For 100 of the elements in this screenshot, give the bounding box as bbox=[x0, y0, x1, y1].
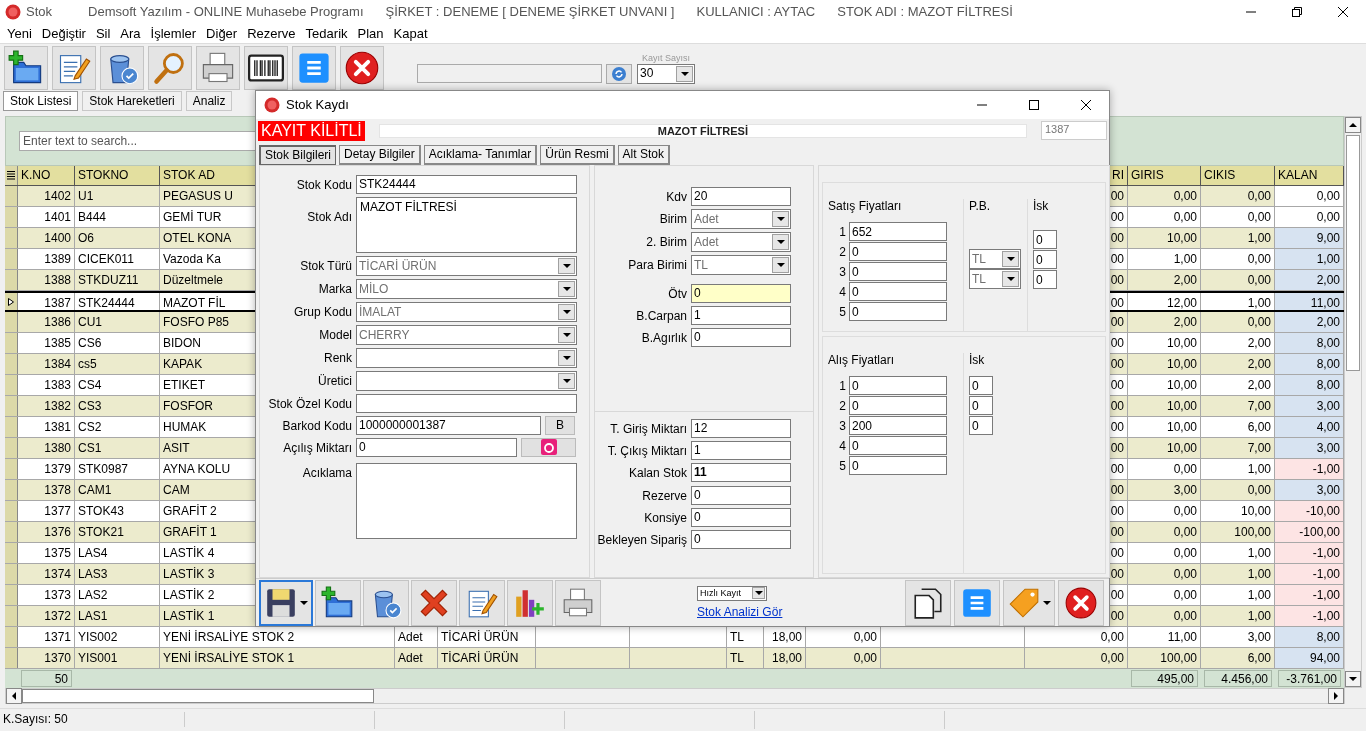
menu-item[interactable]: Rezerve bbox=[242, 25, 301, 42]
tab[interactable]: Detay Bilgiler bbox=[339, 144, 421, 165]
row-indicator[interactable] bbox=[5, 293, 18, 310]
reset-button[interactable] bbox=[521, 437, 576, 457]
combo-box[interactable]: TL bbox=[969, 248, 1021, 269]
menu-item[interactable]: Diğer bbox=[201, 25, 243, 42]
input-field[interactable]: 1000000001387 bbox=[356, 415, 541, 435]
input-field[interactable]: 200 bbox=[849, 416, 947, 436]
input-field[interactable]: 0 bbox=[691, 507, 791, 527]
input-field[interactable]: 0 bbox=[849, 282, 947, 302]
delete-button[interactable] bbox=[363, 579, 409, 626]
input-field[interactable]: 0 bbox=[691, 485, 791, 505]
tab[interactable]: Acıklama- Tanımlar bbox=[423, 144, 538, 165]
menu-item[interactable]: Plan bbox=[352, 25, 389, 42]
tab[interactable]: Stok Hareketleri bbox=[82, 91, 182, 111]
search-field[interactable]: Enter text to search... bbox=[19, 131, 256, 151]
input-field[interactable]: 0 bbox=[849, 456, 947, 476]
input-field[interactable]: 652 bbox=[849, 222, 947, 242]
input-field[interactable]: 0 bbox=[969, 416, 993, 436]
input-field[interactable]: 0 bbox=[849, 396, 947, 416]
vertical-scrollbar[interactable] bbox=[1344, 116, 1362, 688]
scroll-down-button[interactable] bbox=[1345, 671, 1361, 687]
menu-item[interactable]: Tedarik bbox=[300, 25, 353, 42]
input-field[interactable]: 0 bbox=[969, 396, 993, 416]
tab[interactable]: Stok Bilgileri bbox=[259, 144, 337, 165]
column-header[interactable]: CIKIS bbox=[1201, 166, 1275, 185]
tab[interactable]: Stok Listesi bbox=[3, 91, 79, 111]
edit-button[interactable] bbox=[459, 579, 505, 626]
combo-box[interactable]: TL bbox=[969, 268, 1021, 289]
tab[interactable]: Alt Stok bbox=[617, 144, 670, 165]
menu-item[interactable]: Yeni bbox=[2, 25, 37, 42]
input-field[interactable]: 0 bbox=[691, 529, 791, 549]
combo-box[interactable]: 30 bbox=[637, 63, 695, 84]
edit-button[interactable] bbox=[52, 45, 96, 90]
menu-item[interactable]: Değiştir bbox=[36, 25, 91, 42]
column-header[interactable]: K.NO bbox=[18, 166, 75, 185]
scroll-up-button[interactable] bbox=[1345, 117, 1361, 133]
combo-box[interactable]: MİLO bbox=[356, 278, 577, 299]
input-field[interactable]: 0 bbox=[691, 283, 791, 303]
input-field[interactable]: 0 bbox=[849, 242, 947, 262]
scrollbar-thumb[interactable] bbox=[22, 689, 374, 703]
tab[interactable]: Ürün Resmi bbox=[540, 144, 615, 165]
print-button[interactable] bbox=[196, 45, 240, 90]
input-field[interactable]: 0 bbox=[356, 437, 517, 457]
tab[interactable]: Analiz bbox=[185, 91, 233, 111]
input-field[interactable]: 12 bbox=[691, 418, 791, 438]
horizontal-scrollbar[interactable] bbox=[5, 688, 1345, 704]
table-row[interactable]: 1370 YIS001 YENİ İRSALİYE STOK 1 Adet TİCARİ ÜRÜN TL 18,00 0,00 0,00 100,00 6,00 94,00 bbox=[5, 648, 1344, 669]
combo-box[interactable] bbox=[356, 347, 577, 368]
input-field[interactable]: 0 bbox=[1033, 230, 1057, 250]
input-field[interactable]: 0 bbox=[1033, 270, 1057, 290]
search-button[interactable] bbox=[148, 45, 192, 90]
chart-button[interactable] bbox=[507, 579, 553, 626]
combo-box[interactable]: CHERRY bbox=[356, 324, 577, 345]
input-field[interactable]: 1 bbox=[691, 305, 791, 325]
input-field[interactable]: 0 bbox=[849, 302, 947, 322]
side-button[interactable]: B bbox=[545, 415, 575, 435]
column-header[interactable]: STOKNO bbox=[75, 166, 160, 185]
combo-box[interactable]: İMALAT bbox=[356, 301, 577, 322]
scrollbar-thumb[interactable] bbox=[1346, 135, 1360, 371]
close-button[interactable] bbox=[1058, 579, 1104, 626]
input-field[interactable]: 20 bbox=[691, 186, 791, 206]
table-row[interactable]: 1371 YIS002 YENİ İRSALİYE STOK 2 Adet TİCARİ ÜRÜN TL 18,00 0,00 0,00 11,00 3,00 8,00 bbox=[5, 627, 1344, 648]
refresh-button[interactable] bbox=[606, 63, 632, 84]
column-header[interactable]: GIRIS bbox=[1128, 166, 1201, 185]
new-button[interactable] bbox=[315, 579, 361, 626]
save-button[interactable] bbox=[259, 579, 313, 626]
column-chooser-button[interactable] bbox=[5, 166, 18, 185]
combo-box[interactable]: Adet bbox=[691, 208, 791, 229]
combo-box[interactable]: Adet bbox=[691, 231, 791, 252]
menu-item[interactable]: Sil bbox=[90, 25, 116, 42]
scroll-left-button[interactable] bbox=[6, 688, 22, 704]
cancel-button[interactable] bbox=[411, 579, 457, 626]
input-field[interactable] bbox=[417, 64, 602, 83]
input-field[interactable]: 0 bbox=[691, 327, 791, 347]
copy-button[interactable] bbox=[905, 579, 951, 626]
input-field[interactable]: STK24444 bbox=[356, 174, 577, 194]
scroll-right-button[interactable] bbox=[1328, 688, 1344, 704]
combo-box[interactable] bbox=[356, 370, 577, 391]
input-field[interactable]: 0 bbox=[1033, 250, 1057, 270]
menu-item[interactable]: Kapat bbox=[388, 25, 433, 42]
input-field[interactable]: 11 bbox=[691, 462, 791, 482]
input-field[interactable]: 0 bbox=[849, 262, 947, 282]
input-field[interactable]: 1 bbox=[691, 440, 791, 460]
input-field[interactable]: 0 bbox=[969, 376, 993, 396]
new-button[interactable] bbox=[4, 45, 48, 90]
input-field[interactable] bbox=[356, 393, 577, 413]
close-button[interactable] bbox=[340, 45, 384, 90]
combo-box[interactable]: Hızlı Kayıt bbox=[697, 585, 767, 601]
print-button[interactable] bbox=[555, 579, 601, 626]
barcode-button[interactable] bbox=[244, 45, 288, 90]
input-field[interactable]: 0 bbox=[849, 436, 947, 456]
combo-box[interactable]: TİCARİ ÜRÜN bbox=[356, 255, 577, 276]
text-area[interactable] bbox=[356, 462, 577, 539]
menu-item[interactable]: İşlemler bbox=[145, 25, 202, 42]
text-area[interactable]: MAZOT FİLTRESİ bbox=[356, 196, 577, 253]
combo-box[interactable]: TL bbox=[691, 254, 791, 275]
delete-button[interactable] bbox=[100, 45, 144, 90]
analysis-link[interactable]: Stok Analizi Gör bbox=[697, 604, 783, 620]
menu-item[interactable]: Ara bbox=[115, 25, 146, 42]
